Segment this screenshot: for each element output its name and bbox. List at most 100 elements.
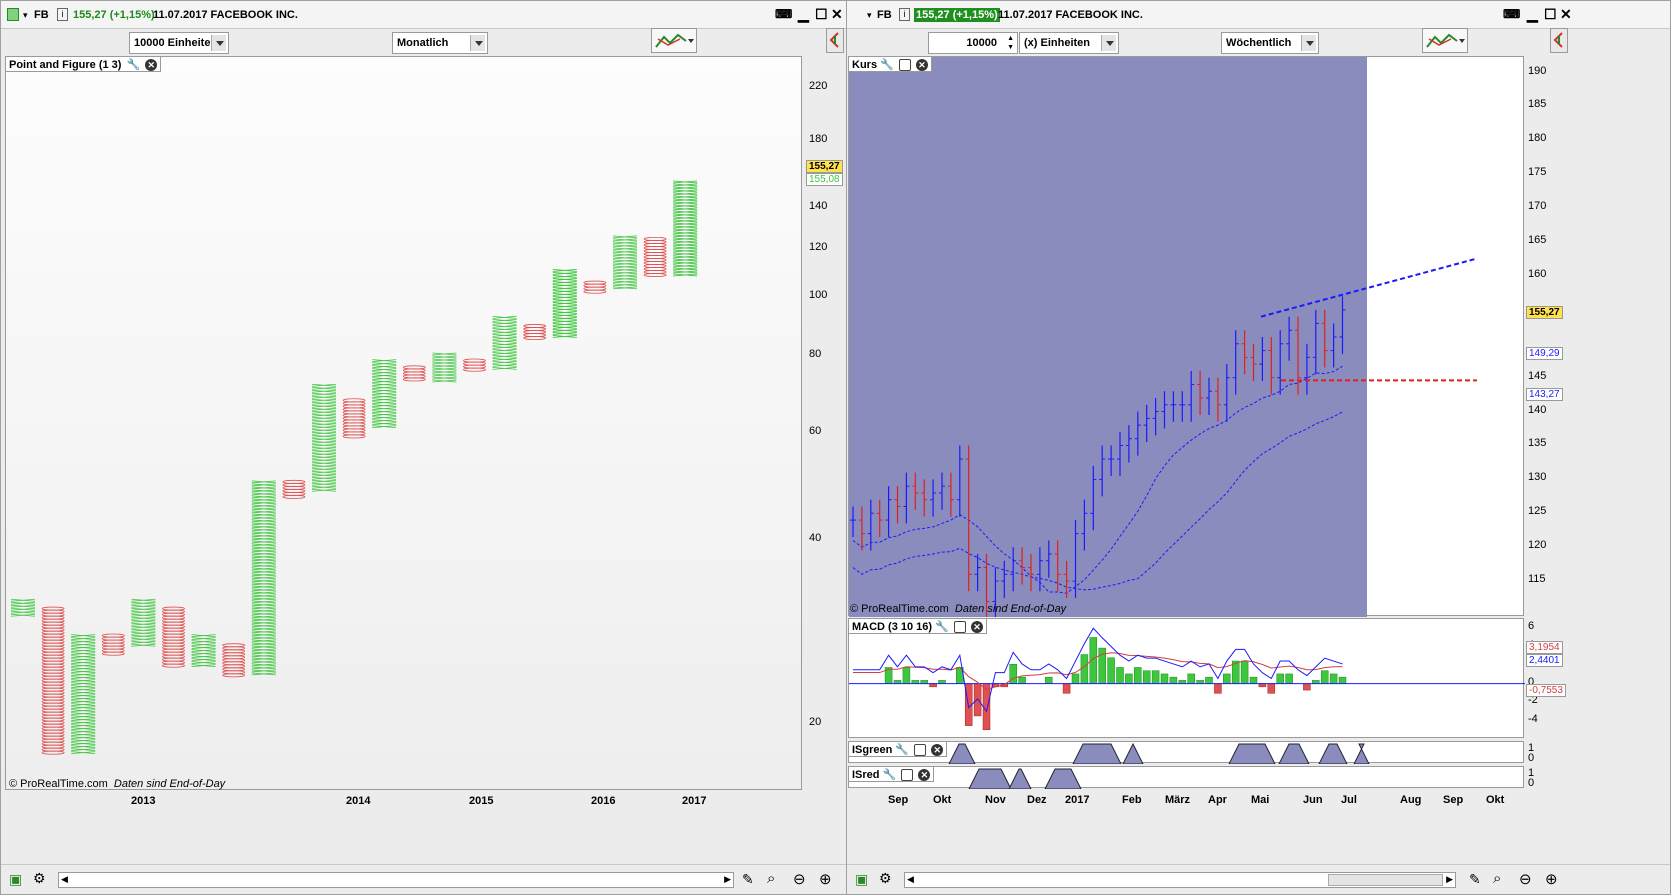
y-tick-label: 180 xyxy=(1528,132,1547,145)
window-icon[interactable] xyxy=(898,59,911,72)
macd-histogram-bar xyxy=(973,683,982,717)
pf-chart-window: ▾ FB i 155,27 (+1,15%) 11.07.2017 FACEBO… xyxy=(0,0,895,895)
draw-tool-icon[interactable]: ✎ xyxy=(1469,871,1481,888)
x-tick-label: Dez xyxy=(1027,794,1047,806)
dropdown-icon[interactable]: ▾ xyxy=(23,10,28,21)
isgreen-signal xyxy=(1072,743,1122,765)
kurs-title: Kurs xyxy=(852,59,878,71)
units-combo[interactable]: (x) Einheiten xyxy=(1019,32,1119,54)
pf-plot-area[interactable] xyxy=(5,56,802,790)
scroll-right-icon[interactable]: ▶ xyxy=(724,874,731,885)
picture-icon[interactable]: ▣ xyxy=(9,871,22,888)
x-tick-label: Okt xyxy=(1486,794,1505,806)
isred-plot-area[interactable] xyxy=(848,766,1524,790)
wrench-icon[interactable]: 🔧 xyxy=(880,59,894,71)
picture-icon[interactable]: ▣ xyxy=(855,871,868,888)
isred-svg xyxy=(968,768,1082,790)
wrench-icon[interactable]: 🔧 xyxy=(127,59,141,71)
indicator-icon[interactable] xyxy=(651,28,697,53)
price-plot-area[interactable] xyxy=(848,56,1524,619)
left-scrollbar[interactable]: ◀ ▶ xyxy=(58,872,734,888)
maximize-icon[interactable]: ☐ xyxy=(815,7,828,21)
indicator-icon[interactable] xyxy=(1422,28,1468,53)
x-tick-label: 2017 xyxy=(682,795,707,807)
keyboard-icon[interactable]: ⌨ xyxy=(1503,7,1520,21)
dropdown-icon[interactable]: ▾ xyxy=(867,10,872,21)
scroll-thumb[interactable] xyxy=(1328,874,1443,886)
x-tick-label: 2015 xyxy=(469,795,494,807)
keyboard-icon[interactable]: ⌨ xyxy=(775,7,792,21)
pf-x-column xyxy=(552,269,577,338)
isgreen-signal xyxy=(1278,743,1310,765)
close-icon[interactable]: ✕ xyxy=(145,59,158,72)
scroll-left-icon[interactable]: ◀ xyxy=(61,874,68,885)
minimize-icon[interactable]: ▁ xyxy=(798,7,809,21)
scroll-right-icon[interactable]: ▶ xyxy=(1446,874,1453,885)
arrow-left-icon xyxy=(829,32,839,48)
right-title: 11.07.2017 FACEBOOK INC. xyxy=(998,9,1143,21)
scroll-left-icon[interactable]: ◀ xyxy=(907,874,914,885)
macd-histogram-bar xyxy=(1338,676,1347,684)
price-watermark: © ProRealTime.com Daten sind End-of-Day xyxy=(850,603,1066,615)
info-icon[interactable]: i xyxy=(57,8,68,21)
right-scrollbar[interactable]: ◀ ▶ xyxy=(904,872,1456,888)
period-combo-label: Monatlich xyxy=(397,37,449,49)
close-icon[interactable]: ✕ xyxy=(970,621,983,634)
isgreen-plot-area[interactable] xyxy=(848,741,1524,765)
chevron-down-icon[interactable] xyxy=(1101,35,1116,51)
close-icon[interactable]: ✕ xyxy=(1560,7,1572,21)
y-tick-label: 100 xyxy=(809,289,828,302)
pf-o-column xyxy=(41,606,65,755)
side-panel-toggle[interactable] xyxy=(1550,28,1568,53)
period-combo[interactable]: Wöchentlich xyxy=(1221,32,1319,54)
window-icon[interactable] xyxy=(901,769,914,782)
pf-settings-icon[interactable]: ⚙ xyxy=(33,870,46,887)
wrench-icon[interactable]: 🔧 xyxy=(883,769,897,781)
period-combo[interactable]: Monatlich xyxy=(392,32,488,54)
units-value-input[interactable]: 10000 ▲ ▼ xyxy=(928,32,1018,54)
y-tick-label: 185 xyxy=(1528,98,1547,111)
y-tick-label: 175 xyxy=(1528,166,1547,179)
x-tick-label: Sep xyxy=(888,794,909,806)
x-tick-label: 2016 xyxy=(591,795,616,807)
pf-x-column xyxy=(372,359,397,429)
zoom-fit-icon[interactable]: ⌕ xyxy=(1493,870,1501,887)
x-tick-label: Jun xyxy=(1303,794,1323,806)
zoom-out-icon[interactable]: ⊖ xyxy=(793,870,806,888)
pf-x-column xyxy=(10,598,36,617)
maximize-icon[interactable]: ☐ xyxy=(1544,7,1557,21)
zoom-fit-icon[interactable]: ⌕ xyxy=(767,870,775,887)
chevron-down-icon[interactable] xyxy=(211,35,226,51)
wrench-icon[interactable]: 🔧 xyxy=(935,621,949,633)
zoom-out-icon[interactable]: ⊖ xyxy=(1519,870,1532,888)
close-icon[interactable]: ✕ xyxy=(931,744,944,757)
macd-histogram-bar xyxy=(1276,673,1284,684)
minimize-icon[interactable]: ▁ xyxy=(1527,7,1538,21)
window-icon[interactable] xyxy=(953,621,966,634)
draw-tool-icon[interactable]: ✎ xyxy=(742,871,754,888)
macd-histogram-bar xyxy=(1160,673,1169,684)
right-titlebar: ▾ FB i 155,27 (+1,15%) 11.07.2017 FACEBO… xyxy=(847,1,1670,29)
macd-histogram-bar xyxy=(1240,660,1249,684)
macd-histogram-bar xyxy=(1009,663,1017,684)
close-icon[interactable]: ✕ xyxy=(915,59,928,72)
macd-plot-area[interactable] xyxy=(848,618,1525,738)
chevron-down-icon[interactable] xyxy=(470,35,485,51)
chevron-down-icon[interactable] xyxy=(1301,35,1316,51)
zoom-in-icon[interactable]: ⊕ xyxy=(1545,870,1558,888)
info-icon[interactable]: i xyxy=(899,8,910,21)
close-icon[interactable]: ✕ xyxy=(831,7,843,21)
units-combo[interactable]: 10000 Einheiten xyxy=(129,32,229,54)
side-panel-toggle[interactable] xyxy=(826,28,844,53)
spinner-icon[interactable]: ▲ ▼ xyxy=(1007,34,1014,52)
isgreen-title: ISgreen xyxy=(852,744,893,756)
isred-signal xyxy=(1044,768,1082,790)
pf-o-column xyxy=(643,236,667,277)
macd-histogram-bar xyxy=(1303,683,1311,691)
close-icon[interactable]: ✕ xyxy=(918,769,931,782)
wrench-icon[interactable]: 🔧 xyxy=(895,744,909,756)
zoom-in-icon[interactable]: ⊕ xyxy=(819,870,832,888)
candle-icon[interactable] xyxy=(7,8,19,21)
settings-icon[interactable]: ⚙ xyxy=(879,870,892,887)
window-icon[interactable] xyxy=(914,744,927,757)
